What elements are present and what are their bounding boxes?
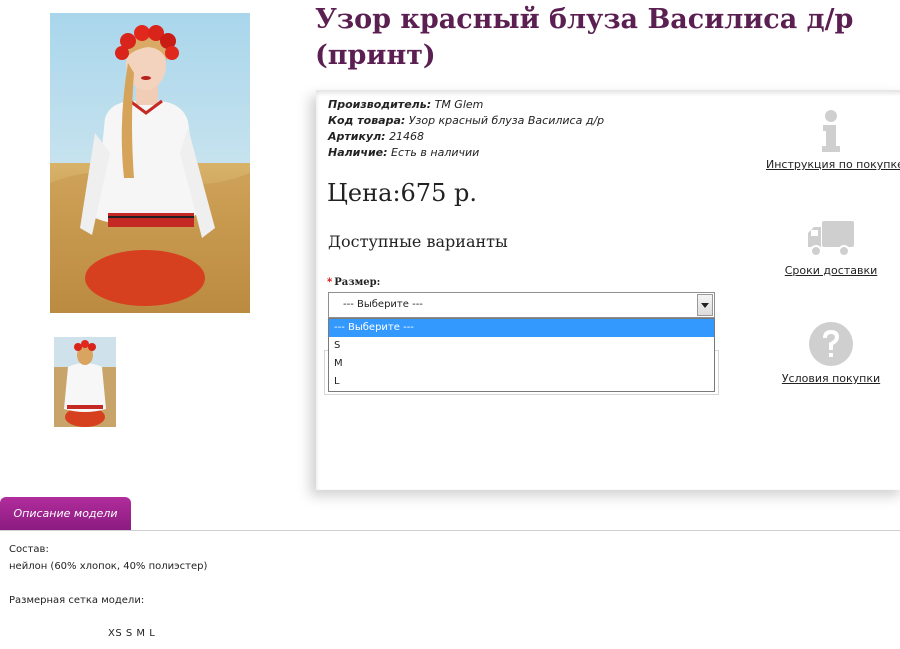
size-label-text: Размер:	[334, 277, 381, 288]
tab-divider	[0, 530, 900, 531]
size-option-m[interactable]: M	[329, 355, 714, 373]
product-photo-illustration	[50, 13, 250, 313]
spec-manufacturer: Производитель: TM Glem	[328, 97, 604, 113]
size-grid-values: XS S M L	[108, 628, 156, 639]
size-dropdown-list[interactable]: --- Выберите --- S M L	[328, 318, 715, 392]
description-content: Состав: нейлон (60% хлопок, 40% полиэсте…	[9, 541, 207, 609]
truck-icon	[808, 221, 854, 257]
spec-product-code: Код товара: Узор красный блуза Василиса …	[328, 113, 604, 129]
product-specs: Производитель: TM Glem Код товара: Узор …	[328, 97, 604, 161]
info-icon	[822, 110, 840, 152]
spec-availability: Наличие: Есть в наличии	[328, 145, 604, 161]
question-icon	[809, 322, 853, 366]
terms-link[interactable]: Условия покупки	[782, 372, 880, 385]
required-mark: *	[327, 277, 333, 288]
spec-key: Код товара:	[328, 114, 406, 127]
instruction-link[interactable]: Инструкция по покупке	[766, 158, 900, 171]
spec-value: Узор красный блуза Василиса д/р	[408, 114, 605, 127]
tab-description[interactable]: Описание модели	[0, 497, 131, 531]
composition-value: нейлон (60% хлопок, 40% полиэстер)	[9, 561, 208, 572]
instruction-block: Инструкция по покупке	[766, 109, 900, 172]
thumbnail-illustration	[54, 337, 116, 427]
spec-key: Артикул:	[328, 130, 386, 143]
product-price: Цена:675 р.	[327, 179, 477, 207]
spec-value: TM Glem	[434, 98, 484, 111]
size-select[interactable]: --- Выберите ---	[328, 292, 715, 318]
product-main-image[interactable]	[50, 13, 250, 313]
variants-heading: Доступные варианты	[328, 232, 508, 251]
delivery-block: Сроки доставки	[766, 219, 896, 278]
terms-block: Условия покупки	[766, 321, 896, 386]
size-grid-label: Размерная сетка модели:	[9, 595, 145, 606]
spec-key: Производитель:	[328, 98, 432, 111]
product-title: Узор красный блуза Василиса д/р (принт)	[315, 4, 854, 71]
spec-article: Артикул: 21468	[328, 129, 604, 145]
composition-label: Состав:	[9, 544, 49, 555]
size-option-placeholder[interactable]: --- Выберите ---	[329, 319, 714, 337]
product-thumbnail[interactable]	[54, 337, 116, 427]
chevron-down-icon[interactable]	[697, 294, 713, 316]
size-select-value: --- Выберите ---	[343, 299, 423, 310]
size-option-s[interactable]: S	[329, 337, 714, 355]
size-option-l[interactable]: L	[329, 373, 714, 391]
spec-value: Есть в наличии	[391, 146, 480, 159]
delivery-link[interactable]: Сроки доставки	[785, 264, 878, 277]
spec-value: 21468	[389, 130, 425, 143]
spec-key: Наличие:	[328, 146, 388, 159]
product-info-panel: Производитель: TM Glem Код товара: Узор …	[316, 90, 900, 490]
size-label: * Размер:	[327, 277, 380, 288]
